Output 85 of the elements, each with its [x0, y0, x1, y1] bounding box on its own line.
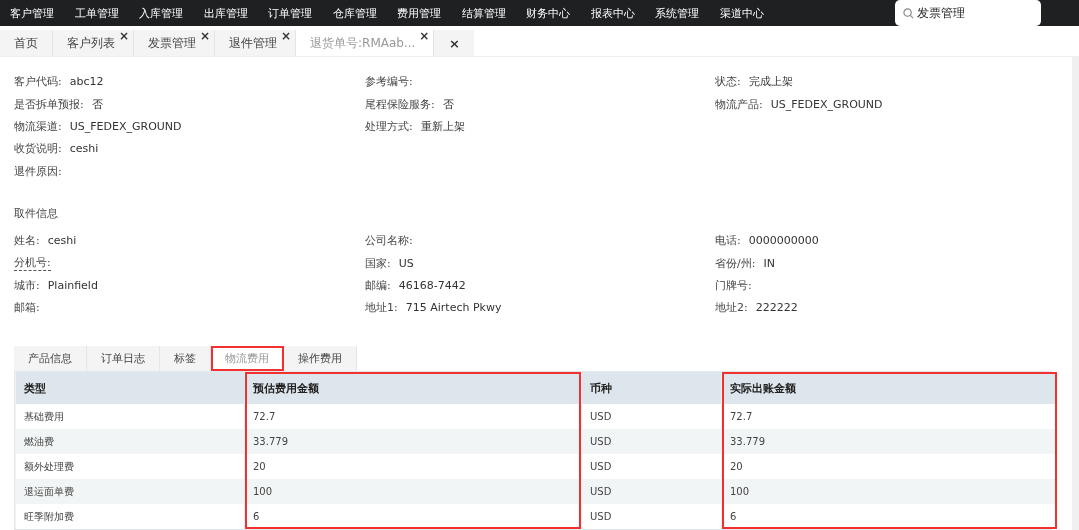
column-header: 实际出账金额 — [721, 372, 1057, 404]
nav-menu-item[interactable]: 仓库管理 — [332, 5, 377, 21]
field-label: 分机号: — [14, 255, 51, 271]
nav-menu-item[interactable]: 订单管理 — [268, 5, 312, 21]
field-label: 国家: — [365, 255, 391, 271]
table-cell: USD — [581, 429, 721, 454]
field-label: 收货说明: — [14, 141, 62, 157]
table-cell: 100 — [721, 479, 1057, 504]
table-cell: 33.779 — [721, 429, 1057, 454]
nav-menu-item[interactable]: 出库管理 — [203, 5, 248, 21]
detail-tab[interactable]: 标签 — [160, 346, 211, 371]
field-label: 是否拆单预报: — [14, 96, 84, 112]
page-tab[interactable]: 发票管理 × — [134, 30, 215, 57]
field-label: 门牌号: — [715, 277, 752, 293]
field-value: US — [398, 256, 414, 270]
search-icon — [903, 7, 914, 19]
field-label: 物流渠道: — [14, 118, 62, 134]
search-field[interactable]: 发票管理 — [895, 0, 1041, 27]
table-cell: 退运面单费 — [15, 479, 244, 504]
column-header: 预估费用金额 — [244, 372, 581, 404]
close-tab-button[interactable]: × — [118, 30, 129, 43]
table-cell: 20 — [721, 454, 1057, 479]
detail-tab[interactable]: 操作费用 — [284, 346, 357, 371]
table-cell: 燃油费 — [15, 429, 244, 454]
column-header: 类型 — [15, 372, 244, 404]
nav-menu-item[interactable]: 客户管理 — [10, 5, 54, 21]
nav-menu-item[interactable]: 系统管理 — [655, 5, 699, 21]
table-cell: 20 — [244, 454, 581, 479]
table-cell: 72.7 — [244, 404, 581, 429]
field-label: 城市: — [14, 277, 40, 293]
field-label: 处理方式: — [365, 118, 413, 134]
field-label: 尾程保险服务: — [365, 96, 435, 112]
detail-tab[interactable]: 订单日志 — [87, 346, 160, 371]
close-all-tabs-button[interactable]: × — [434, 30, 475, 57]
field-label: 物流产品: — [715, 96, 763, 112]
nav-menu-item[interactable]: 结算管理 — [461, 5, 506, 21]
nav-menu-item[interactable]: 财务中心 — [526, 5, 570, 21]
nav-menu-item[interactable]: 报表中心 — [590, 5, 635, 21]
nav-menu-item[interactable]: 入库管理 — [139, 5, 183, 21]
table-cell: 100 — [244, 479, 581, 504]
field-value: US_FEDEX_GROUND — [770, 97, 883, 111]
close-tab-button[interactable]: × — [280, 30, 291, 43]
search-input[interactable]: 发票管理 — [917, 6, 1037, 21]
field-value: 0000000000 — [748, 234, 819, 248]
field-value: 否 — [91, 96, 103, 112]
field-value: US_FEDEX_GROUND — [69, 119, 182, 133]
page-tab[interactable]: 退件管理 × — [215, 30, 296, 57]
field-value: Plainfield — [47, 278, 98, 292]
field-label: 邮箱: — [14, 300, 40, 316]
field-label: 参考编号: — [365, 74, 413, 90]
section-title: 取件信息 — [14, 206, 59, 222]
nav-menu-item[interactable]: 渠道中心 — [719, 5, 764, 21]
field-label: 公司名称: — [365, 233, 413, 249]
field-value: 完成上架 — [748, 74, 793, 90]
field-label: 状态: — [715, 74, 741, 90]
column-header: 币种 — [581, 372, 721, 404]
field-label: 地址2: — [715, 300, 748, 316]
detail-tab[interactable]: 产品信息 — [14, 346, 87, 371]
field-label: 姓名: — [14, 233, 40, 249]
field-value: ceshi — [47, 234, 77, 248]
page-tab[interactable]: 客户列表 × — [53, 30, 134, 57]
nav-menu-item[interactable]: 费用管理 — [397, 5, 441, 21]
field-value: IN — [763, 256, 775, 270]
field-value: 715 Airtech Pkwy — [405, 301, 502, 315]
field-label: 邮编: — [365, 277, 391, 293]
field-value: abc12 — [69, 75, 104, 89]
field-value: 否 — [442, 96, 454, 112]
table-cell: 33.779 — [244, 429, 581, 454]
field-label: 电话: — [715, 233, 741, 249]
table-cell: 6 — [244, 504, 581, 529]
field-label: 客户代码: — [14, 74, 62, 90]
field-value: 46168-7442 — [398, 278, 466, 292]
table-cell: 6 — [721, 504, 1057, 529]
nav-menu-item[interactable]: 工单管理 — [74, 5, 119, 21]
field-label: 退件原因: — [14, 163, 62, 179]
field-value: 重新上架 — [420, 118, 465, 134]
field-label: 省份/州: — [715, 255, 756, 271]
table-cell: 72.7 — [721, 404, 1057, 429]
field-value: 222222 — [755, 301, 798, 315]
field-value: ceshi — [69, 142, 99, 156]
page-tab[interactable]: 首页 — [0, 30, 53, 57]
field-label: 地址1: — [365, 300, 398, 316]
close-tab-button[interactable]: × — [199, 30, 210, 43]
close-tab-button[interactable]: × — [419, 30, 430, 43]
table-cell: USD — [581, 479, 721, 504]
